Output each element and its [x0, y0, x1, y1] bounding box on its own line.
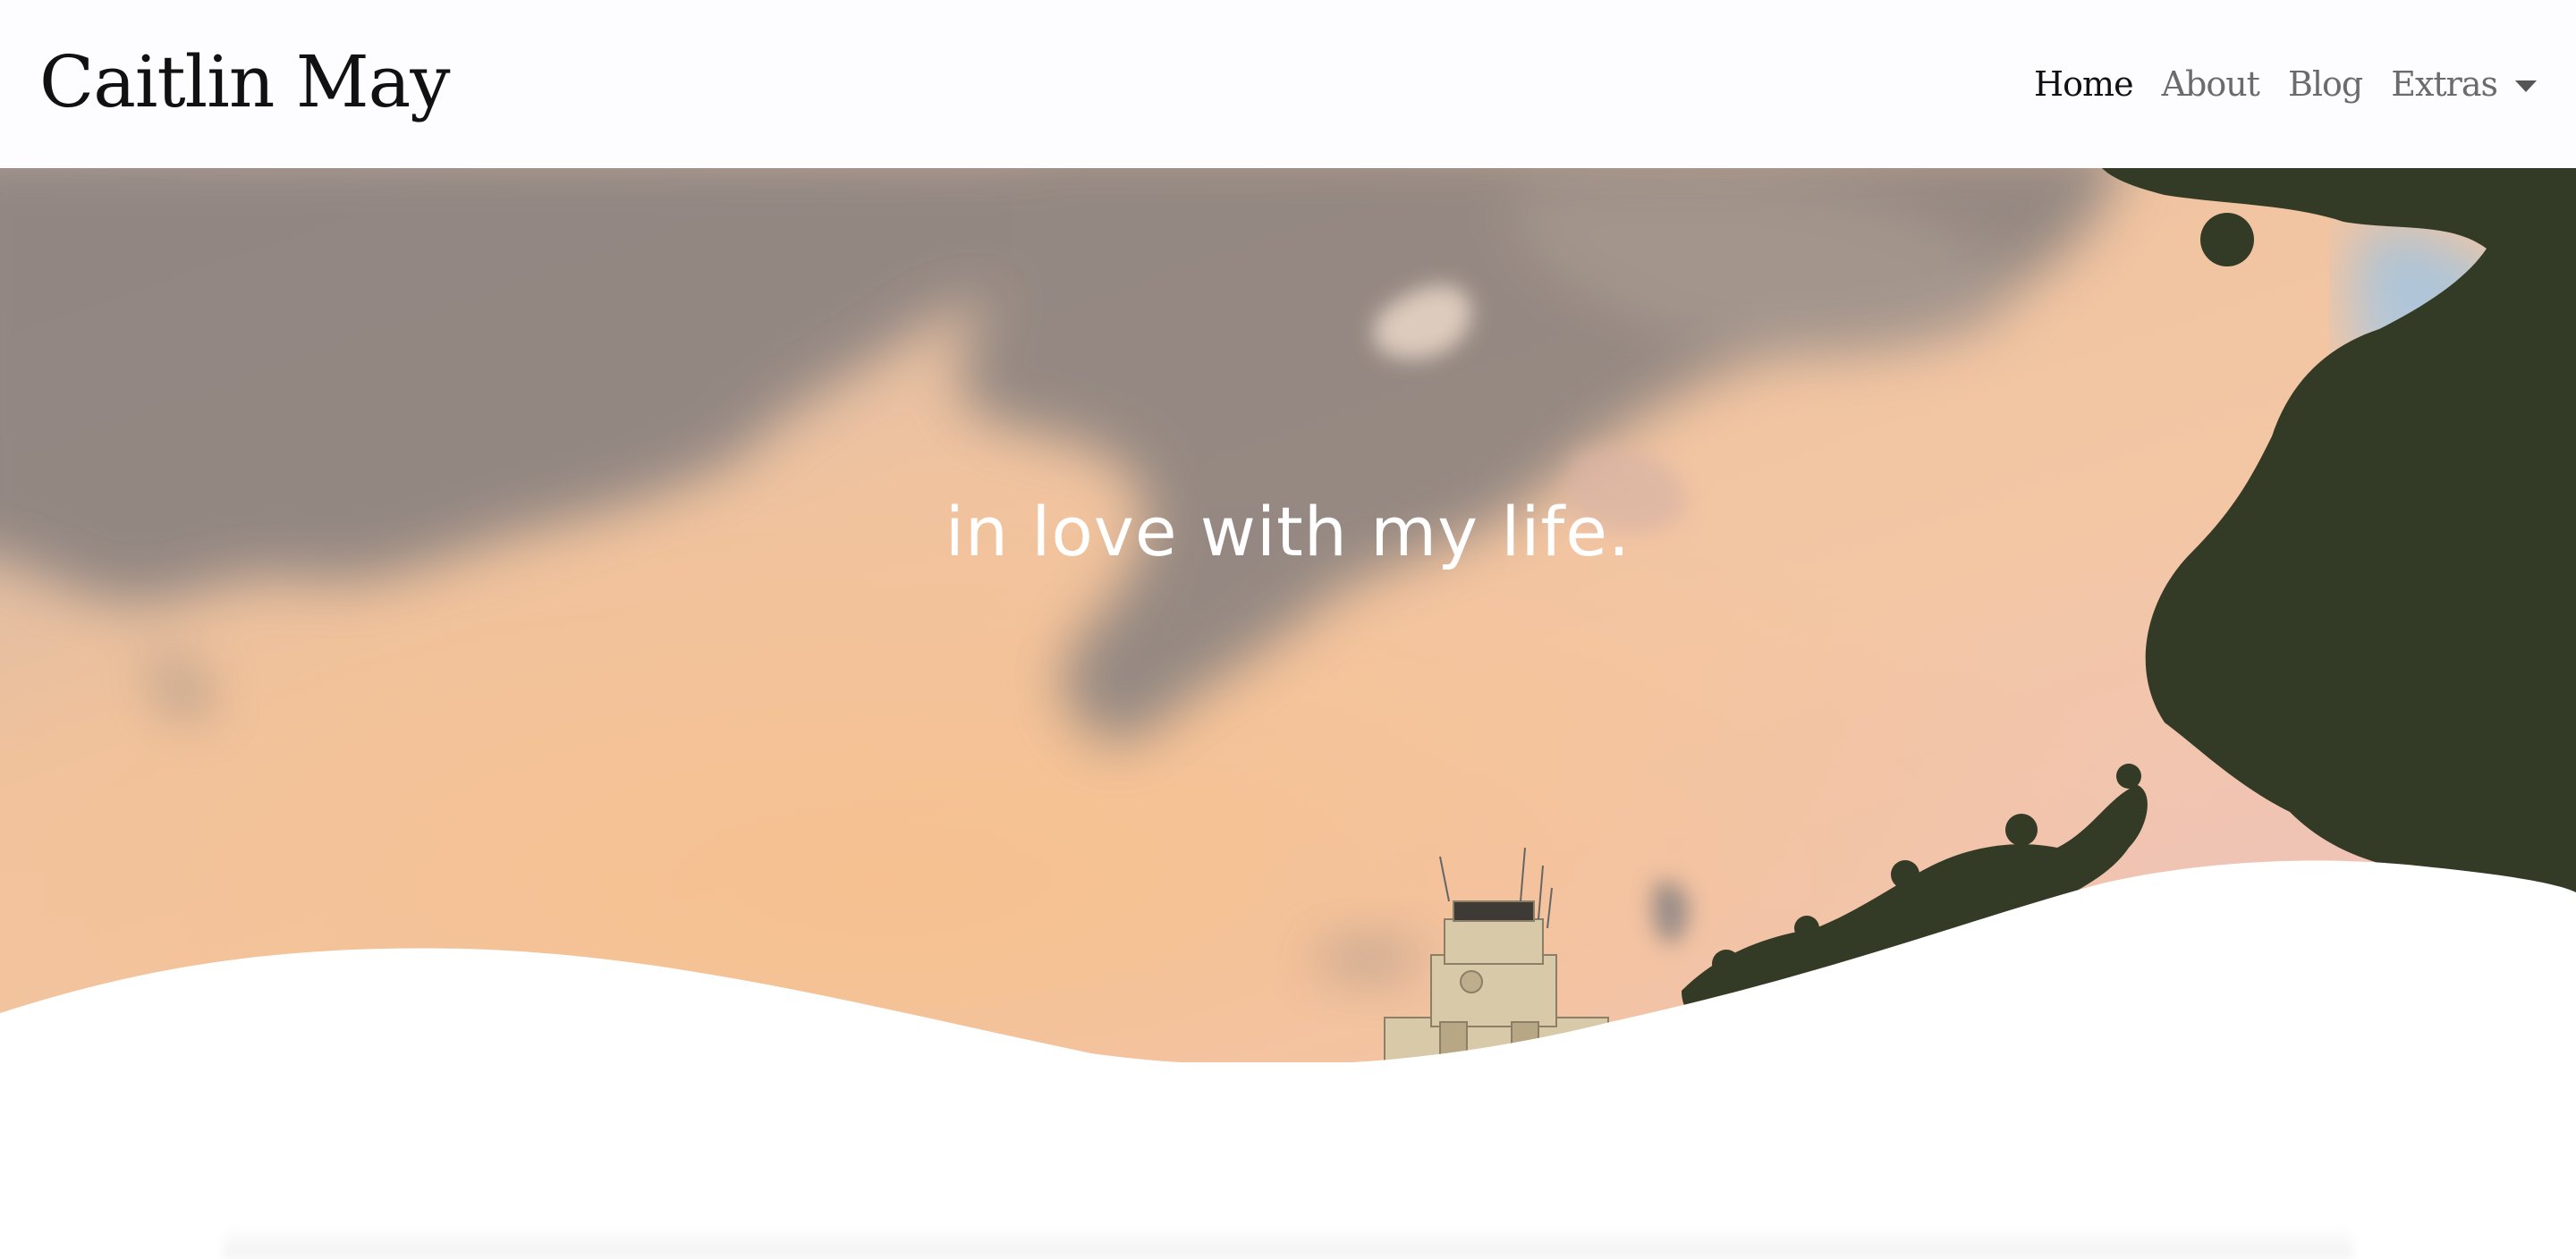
hero-banner: in love with my life. [0, 168, 2576, 1062]
chevron-down-icon[interactable] [2515, 80, 2537, 92]
nav-blog[interactable]: Blog [2288, 64, 2363, 104]
site-logo[interactable]: Caitlin May [39, 46, 451, 118]
nav-home[interactable]: Home [2034, 64, 2134, 104]
nav-about[interactable]: About [2162, 64, 2260, 104]
nav-extras-dropdown[interactable]: Extras [2391, 64, 2537, 104]
main-nav: Home About Blog Extras [2034, 64, 2537, 104]
nav-extras[interactable]: Extras [2391, 64, 2498, 104]
site-header: Caitlin May Home About Blog Extras [0, 0, 2576, 168]
hero-wave-divider [0, 860, 2576, 1062]
content-card-shadow [224, 1227, 2352, 1259]
